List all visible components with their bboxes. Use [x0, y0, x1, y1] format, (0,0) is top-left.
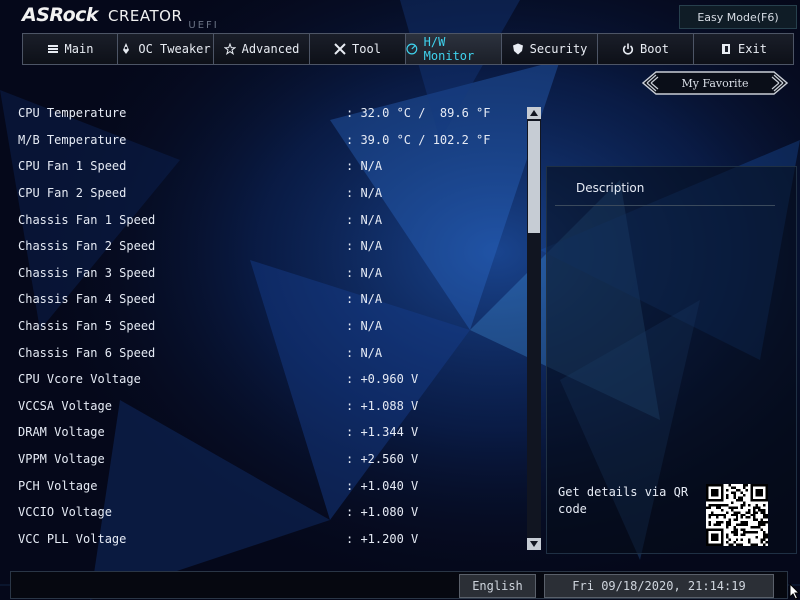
rocket-icon [123, 43, 130, 54]
monitor-icon [406, 43, 418, 55]
easy-mode-button[interactable]: Easy Mode(F6) [679, 5, 797, 29]
monitor-row[interactable]: VCCSA Voltage : +1.088 V [18, 393, 523, 420]
tab-main[interactable]: Main [22, 33, 118, 65]
row-value: : +1.344 V [346, 425, 419, 440]
exit-icon [722, 44, 731, 54]
row-label: Chassis Fan 2 Speed [18, 239, 156, 254]
row-label: CPU Fan 1 Speed [18, 159, 127, 174]
row-value: : +2.560 V [346, 452, 419, 467]
tab-exit[interactable]: Exit [693, 33, 794, 65]
monitor-row[interactable]: CPU Vcore Voltage : +0.960 V [18, 366, 523, 393]
monitor-row[interactable]: Chassis Fan 1 Speed : N/A [18, 206, 523, 233]
tab-boot[interactable]: Boot [597, 33, 694, 65]
row-value: : N/A [346, 212, 383, 227]
tab-security[interactable]: Security [501, 33, 598, 65]
monitor-row[interactable]: VCCIO Voltage : +1.080 V [18, 499, 523, 526]
monitor-row[interactable]: M/B Temperature : 39.0 °C / 102.2 °F [18, 127, 523, 154]
tab-label: OC Tweaker [138, 42, 211, 56]
monitor-row[interactable]: CPU Fan 1 Speed : N/A [18, 153, 523, 180]
row-label: Chassis Fan 6 Speed [18, 345, 156, 360]
row-label: PCH Voltage [18, 478, 98, 493]
row-label: VPPM Voltage [18, 452, 105, 467]
tab-label: Tool [352, 42, 381, 56]
monitor-row[interactable]: Chassis Fan 3 Speed : N/A [18, 260, 523, 287]
monitor-row[interactable]: VCC PLL Voltage : +1.200 V [18, 526, 523, 553]
row-label: DRAM Voltage [18, 425, 105, 440]
tab-hw-monitor[interactable]: H/W Monitor [405, 33, 502, 65]
row-label: CPU Temperature [18, 106, 127, 121]
row-value: : +0.960 V [346, 372, 419, 387]
shield-icon [512, 43, 523, 55]
scroll-up-button[interactable] [527, 107, 541, 119]
row-value: : N/A [346, 186, 383, 201]
monitor-row[interactable]: DRAM Voltage : +1.344 V [18, 419, 523, 446]
description-title: Description [576, 181, 645, 195]
row-label: Chassis Fan 5 Speed [18, 319, 156, 334]
monitor-row[interactable]: CPU Fan 2 Speed : N/A [18, 180, 523, 207]
date-time-display: Fri 09/18/2020, 21:14:19 [544, 574, 774, 598]
uefi-label: UEFI [188, 20, 219, 31]
tab-tool[interactable]: Tool [309, 33, 406, 65]
star-icon [223, 43, 236, 55]
brand: ASRock CREATOR UEFI [22, 4, 219, 31]
scroll-down-button[interactable] [527, 538, 541, 550]
row-label: VCC PLL Voltage [18, 531, 127, 546]
tab-label: Advanced [241, 42, 300, 56]
row-label: Chassis Fan 3 Speed [18, 265, 156, 280]
main-tab-bar: Main OC Tweaker Advanced Tool H/W Monito… [22, 33, 800, 65]
qr-details-text: Get details via QR code [558, 485, 689, 516]
hw-monitor-list: CPU Temperature : 32.0 °C / 89.6 °F M/B T… [18, 100, 523, 552]
monitor-row[interactable]: VPPM Voltage : +2.560 V [18, 446, 523, 473]
monitor-row[interactable]: PCH Voltage : +1.040 V [18, 472, 523, 499]
product-line: CREATOR [108, 7, 183, 25]
tab-label: Boot [640, 42, 669, 56]
row-label: Chassis Fan 4 Speed [18, 292, 156, 307]
row-value: : +1.200 V [346, 531, 419, 546]
tab-label: Exit [738, 42, 767, 56]
monitor-row[interactable]: CPU Temperature : 32.0 °C / 89.6 °F [18, 100, 523, 127]
row-label: CPU Fan 2 Speed [18, 186, 127, 201]
monitor-row[interactable]: Chassis Fan 2 Speed : N/A [18, 233, 523, 260]
tab-advanced[interactable]: Advanced [213, 33, 310, 65]
asrock-logo: ASRock [22, 4, 99, 26]
row-value: : 32.0 °C / 89.6 °F [346, 106, 491, 121]
row-label: VCCSA Voltage [18, 398, 112, 413]
monitor-row[interactable]: Chassis Fan 6 Speed : N/A [18, 339, 523, 366]
row-label: M/B Temperature [18, 132, 127, 147]
row-label: CPU Vcore Voltage [18, 372, 141, 387]
row-label: Chassis Fan 1 Speed [18, 212, 156, 227]
row-value: : N/A [346, 345, 383, 360]
scroll-thumb[interactable] [528, 121, 540, 233]
power-icon [623, 43, 634, 55]
arrow-down-icon [530, 541, 538, 547]
favorite-label: My Favorite [681, 76, 749, 90]
my-favorite-button[interactable]: My Favorite [642, 71, 788, 95]
description-panel: Description Get details via QR code [546, 166, 797, 554]
row-label: VCCIO Voltage [18, 505, 112, 520]
list-scrollbar[interactable] [527, 107, 541, 550]
row-value: : +1.080 V [346, 505, 419, 520]
tab-label: Security [529, 42, 588, 56]
tab-label: Main [64, 42, 94, 56]
monitor-row[interactable]: Chassis Fan 4 Speed : N/A [18, 286, 523, 313]
tab-oc-tweaker[interactable]: OC Tweaker [117, 33, 214, 65]
mouse-cursor-icon [789, 583, 800, 600]
row-value: : N/A [346, 239, 383, 254]
description-divider [555, 205, 775, 206]
row-value: : N/A [346, 159, 383, 174]
list-icon [47, 45, 58, 53]
row-value: : N/A [346, 319, 383, 334]
monitor-row[interactable]: Chassis Fan 5 Speed : N/A [18, 313, 523, 340]
arrow-up-icon [530, 110, 538, 116]
row-value: : N/A [346, 292, 383, 307]
tools-icon [334, 43, 346, 55]
row-value: : +1.040 V [346, 478, 419, 493]
tab-label: H/W Monitor [423, 35, 475, 63]
row-value: : 39.0 °C / 102.2 °F [346, 132, 491, 147]
qr-code-icon [706, 484, 768, 546]
row-value: : N/A [346, 265, 383, 280]
row-value: : +1.088 V [346, 398, 419, 413]
language-button[interactable]: English [459, 574, 536, 598]
